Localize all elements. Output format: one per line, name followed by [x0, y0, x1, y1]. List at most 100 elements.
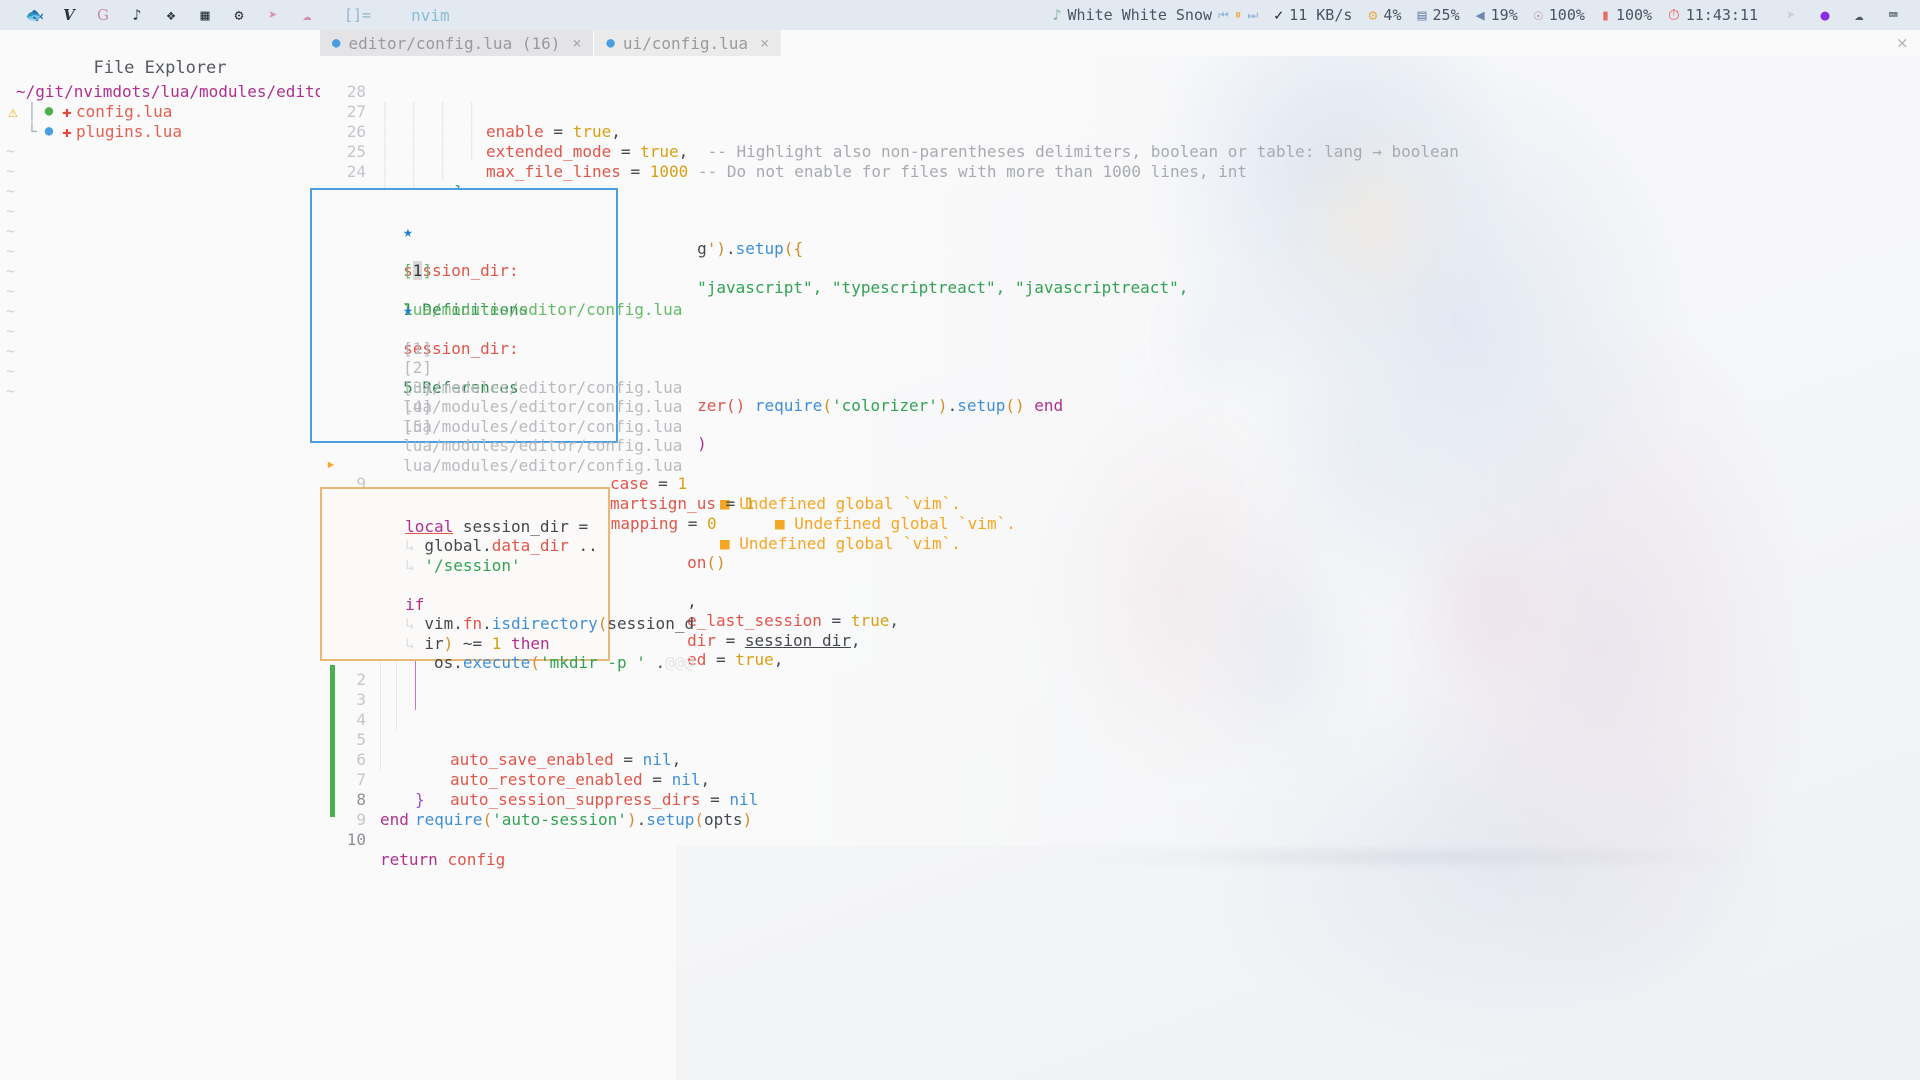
keyboard-icon[interactable]: ⌨: [1876, 0, 1910, 30]
reference-path[interactable]: lua/modules/editor/config.lua: [403, 397, 682, 416]
explorer-root-path[interactable]: ~/git/nvimdots/lua/modules/editor: [0, 82, 320, 101]
code-line: 27 │ │ │ │ extended_mode = true, -- High…: [320, 82, 397, 102]
definition-path[interactable]: lua/modules/editor/config.lua: [403, 300, 682, 319]
explorer-item-plugins[interactable]: └ ● ✚ plugins.lua: [0, 121, 320, 141]
tray-right: ➤ ● ☁ ⌨: [1774, 0, 1920, 30]
nvim-window: ● editor/config.lua (16) × ● ui/config.l…: [0, 30, 1920, 1080]
star-icon: ★: [403, 300, 413, 319]
telegram-icon[interactable]: ➤: [256, 0, 290, 30]
line-number: 10: [320, 830, 366, 850]
code-line: 9: [320, 790, 397, 810]
workspace-indicator[interactable]: []=: [344, 6, 371, 24]
telegram-icon[interactable]: ➤: [1774, 0, 1808, 30]
next-track-button[interactable]: ⏭: [1247, 8, 1258, 23]
tabline-right-pad: [782, 30, 1920, 56]
screen: 🐟 V G ♪ ❖ ▦ ⚙ ➤ ☁ []= nvim ♪ White White…: [0, 0, 1920, 1080]
g-icon[interactable]: G: [86, 0, 120, 30]
lsp-references-popup[interactable]: ★ session_dir: 1 Definitions [1] lua/mod…: [310, 188, 618, 443]
code-fragment: zer() require('colorizer').setup() end: [620, 376, 1063, 396]
code-fragment: g').setup({: [620, 219, 803, 239]
reference-index: [2]: [403, 358, 432, 377]
code-fragment: on(): [610, 533, 726, 553]
cpu-widget[interactable]: ⚙ 4%: [1368, 6, 1401, 24]
clock-value: 11:43:11: [1686, 6, 1758, 24]
explorer-empty-lines: ~ ~ ~ ~ ~ ~ ~ ~ ~ ~ ~ ~ ~: [0, 141, 320, 401]
battery-value: 100%: [1616, 6, 1652, 24]
git-added-icon: ✚: [58, 102, 76, 121]
volume-value: 19%: [1491, 6, 1518, 24]
gear-icon[interactable]: ⚙: [222, 0, 256, 30]
tab-editor-config[interactable]: ● editor/config.lua (16) ×: [320, 30, 594, 56]
music-note-icon[interactable]: ♪: [120, 0, 154, 30]
lua-icon: ●: [40, 123, 58, 139]
explorer-title: File Explorer: [0, 56, 320, 82]
tray-icons: 🐟 V G ♪ ❖ ▦ ⚙ ➤ ☁ []= nvim: [0, 0, 450, 30]
empty-line-marker: ~: [0, 181, 320, 201]
empty-line-marker: ~: [0, 301, 320, 321]
firefox-icon[interactable]: ●: [1808, 0, 1842, 30]
warning-icon: ⚠: [2, 102, 24, 121]
cpu-icon: ⚙: [1368, 6, 1377, 24]
empty-line-marker: ~: [0, 221, 320, 241]
close-icon[interactable]: ×: [572, 34, 581, 52]
lsp-peek-definition-popup[interactable]: local session_dir = ↳ global.data_dir ..…: [320, 487, 610, 661]
line-number: 24: [320, 162, 366, 182]
network-icon[interactable]: ☁: [1842, 0, 1876, 30]
memory-value: 25%: [1433, 6, 1460, 24]
clock-icon: ⏱: [1668, 6, 1680, 24]
clock-widget[interactable]: ⏱ 11:43:11: [1668, 6, 1758, 24]
memory-widget[interactable]: ▤ 25%: [1417, 6, 1459, 24]
reference-path[interactable]: lua/modules/editor/config.lua: [403, 378, 682, 397]
network-widget[interactable]: ✓ 11 KB/s: [1274, 6, 1352, 24]
close-all-icon[interactable]: ×: [1897, 32, 1908, 54]
empty-line-marker: ~: [0, 201, 320, 221]
tree-guide: └: [24, 122, 40, 141]
windows-icon[interactable]: ▦: [188, 0, 222, 30]
brightness-icon: ☉: [1534, 6, 1543, 24]
explorer-file-name[interactable]: plugins.lua: [76, 122, 182, 141]
music-note-icon: ♪: [1052, 6, 1061, 24]
code-line: 28 │ │ │ │ enable = true,: [320, 62, 397, 82]
definition-index: 1: [413, 261, 423, 280]
download-icon: ✓: [1274, 6, 1283, 24]
empty-line-marker: ~: [0, 361, 320, 381]
gimp-icon[interactable]: 🐟: [18, 0, 52, 30]
volume-widget[interactable]: ◀ 19%: [1476, 6, 1518, 24]
speaker-icon: ◀: [1476, 6, 1485, 24]
explorer-file-name[interactable]: config.lua: [76, 102, 172, 121]
reference-path[interactable]: lua/modules/editor/config.lua: [403, 436, 682, 455]
file-explorer: File Explorer ~/git/nvimdots/lua/modules…: [0, 56, 320, 1080]
lua-icon: ●: [332, 35, 340, 51]
cloud-down-icon[interactable]: ☁: [290, 0, 324, 30]
explorer-item-config[interactable]: ⚠ │ ● ✚ config.lua: [0, 101, 320, 121]
battery-widget[interactable]: ▮ 100%: [1601, 6, 1652, 24]
diagnostic-text: Undefined global `vim`.: [794, 514, 1016, 533]
code-line: 4 auto_session_suppress_dirs = nil: [320, 690, 397, 710]
memory-icon: ▤: [1417, 6, 1426, 24]
close-icon[interactable]: ×: [760, 34, 769, 52]
peek-line: local session_dir =: [322, 497, 608, 517]
code-line: 8 end: [320, 770, 397, 790]
tab-ui-config[interactable]: ● ui/config.lua ×: [594, 30, 782, 56]
tab-label: ui/config.lua: [623, 34, 748, 53]
star-icon: ★: [403, 222, 413, 241]
steam-icon[interactable]: ❖: [154, 0, 188, 30]
music-title: White White Snow: [1068, 6, 1213, 24]
music-widget[interactable]: ♪ White White Snow ⏮ ⏸ ⏭: [1052, 6, 1258, 24]
pause-button[interactable]: ⏸: [1235, 8, 1242, 23]
battery-icon: ▮: [1601, 6, 1610, 24]
code-line: 24 │ │ }: [320, 142, 397, 162]
reference-index: [5]: [403, 417, 432, 436]
reference-index: [3]: [403, 378, 432, 397]
prev-track-button[interactable]: ⏮: [1218, 8, 1229, 23]
code-fragment: ed = true,: [610, 630, 783, 650]
vim-icon[interactable]: V: [52, 0, 86, 30]
empty-line-marker: ~: [0, 321, 320, 341]
reference-path[interactable]: lua/modules/editor/config.lua: [403, 417, 682, 436]
diagnostic-text: Undefined global `vim`.: [739, 494, 961, 513]
code-line: 7 require('auto-session').setup(opts): [320, 750, 397, 770]
empty-line-marker: ~: [0, 241, 320, 261]
code-line: 6: [320, 730, 397, 750]
reference-path[interactable]: lua/modules/editor/config.lua: [403, 456, 682, 475]
brightness-widget[interactable]: ☉ 100%: [1534, 6, 1585, 24]
